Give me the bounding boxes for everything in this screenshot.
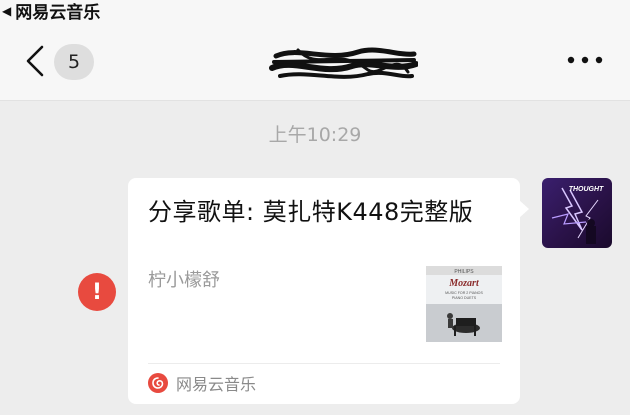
send-failed-icon[interactable]: ! — [78, 273, 116, 311]
back-triangle-icon: ◀ — [2, 3, 12, 18]
card-source: 网易云音乐 — [148, 371, 256, 395]
netease-music-logo-icon — [148, 373, 168, 393]
status-bar: ◀ 网易云音乐 — [0, 0, 630, 23]
card-title: 分享歌单: 莫扎特K448完整版 — [148, 198, 474, 226]
album-artist: Mozart — [448, 278, 480, 289]
unread-count-badge[interactable]: 5 — [54, 44, 94, 80]
unread-count: 5 — [67, 51, 81, 73]
card-source-label: 网易云音乐 — [176, 375, 257, 394]
shared-playlist-card[interactable]: 分享歌单: 莫扎特K448完整版 柠小檬舒 PHILIPS Mozart MUS… — [128, 178, 520, 404]
card-author: 柠小檬舒 — [148, 270, 220, 291]
more-options-icon[interactable] — [562, 50, 608, 70]
album-subtitle-2: PIANO DUETS — [452, 296, 477, 300]
avatar-text: THOUGHT — [569, 186, 604, 193]
album-brand: PHILIPS — [454, 269, 474, 275]
album-cover-thumbnail: PHILIPS Mozart MUSIC FOR 2 PIANOS PIANO … — [426, 266, 502, 342]
card-bubble-tail — [519, 200, 529, 218]
card-divider — [148, 363, 500, 364]
chat-navbar: 5 — [0, 20, 630, 101]
sender-avatar[interactable]: THOUGHT — [542, 178, 612, 248]
chevron-left-icon[interactable] — [22, 44, 48, 78]
message-timestamp: 上午10:29 — [268, 124, 362, 146]
redacted-chat-title — [269, 47, 418, 79]
album-subtitle-1: MUSIC FOR 2 PIANOS — [445, 291, 483, 295]
